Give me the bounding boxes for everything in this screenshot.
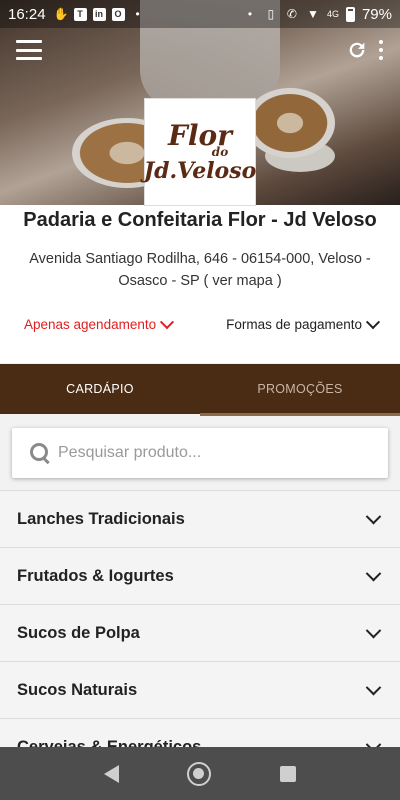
hand-icon: ✋ [53,7,69,21]
search-box [12,428,388,478]
more-vert-icon[interactable] [377,40,385,60]
status-bar: 16:24 ✋ T in O • • ▯ ✆ ▼ 4G 79% [0,0,400,28]
battery-percent: 79% [361,5,392,23]
chevron-down-icon [365,679,382,695]
back-icon[interactable] [104,764,120,783]
chevron-down-icon [365,622,382,638]
category-item[interactable]: Sucos Naturais [0,661,400,718]
wifi-call-icon: ✆ [286,7,297,21]
system-icons: • ▯ ✆ ▼ 4G 79% [243,6,392,23]
tab-bar: CARDÁPIO PROMOÇÕES [0,364,400,416]
dot-icon: • [247,7,253,21]
store-address: Avenida Santiago Rodilha, 646 - 06154-00… [29,251,371,289]
tab-promocoes[interactable]: PROMOÇÕES [200,364,400,414]
system-nav-bar [0,747,400,800]
notification-icons: ✋ T in O • [54,7,145,21]
category-item[interactable]: Sucos de Polpa [0,604,400,661]
search-icon [30,443,50,463]
scheduling-dropdown[interactable]: Apenas agendamento [24,314,175,332]
linkedin-icon: in [92,7,106,21]
chevron-down-icon [365,565,382,581]
chevron-down-icon [160,314,175,329]
refresh-icon[interactable] [346,39,368,61]
store-name: Padaria e Confeitaria Flor - Jd Veloso [23,209,377,231]
payment-methods-dropdown[interactable]: Formas de pagamento [226,314,381,332]
vibrate-icon: ▯ [267,7,275,21]
chevron-down-icon [365,508,382,524]
category-item[interactable]: Frutados & Iogurtes [0,547,400,604]
status-time: 16:24 [8,5,46,23]
store-info: Padaria e Confeitaria Flor - Jd Veloso A… [0,205,400,363]
category-list: Lanches Tradicionais Frutados & Iogurtes… [0,490,400,775]
outlook-icon: O [111,7,125,21]
category-item[interactable]: Lanches Tradicionais [0,490,400,547]
recent-apps-icon[interactable] [279,765,296,782]
dot-icon: • [135,7,140,21]
store-logo: Flor do Jd.Veloso [144,98,256,206]
chevron-down-icon [365,314,381,329]
battery-icon [345,6,355,22]
hamburger-icon[interactable] [16,40,42,60]
t-icon: T [73,7,87,21]
search-input[interactable] [58,444,358,462]
tab-indicator [200,413,400,416]
4g-signal-icon: 4G [326,9,339,19]
wifi-icon: ▼ [307,7,319,21]
home-icon[interactable] [187,761,212,786]
view-map-link[interactable]: ( ver mapa ) [203,273,281,289]
tab-cardapio[interactable]: CARDÁPIO [0,364,200,414]
